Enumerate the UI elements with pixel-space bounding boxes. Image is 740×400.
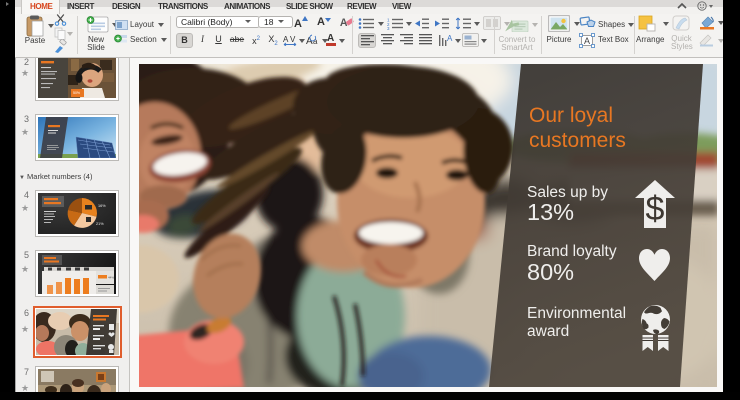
svg-text:A: A xyxy=(283,35,289,44)
svg-text:16%: 16% xyxy=(98,204,106,208)
svg-text:V: V xyxy=(290,35,296,44)
svg-text:3: 3 xyxy=(387,26,390,30)
svg-text:21%: 21% xyxy=(96,222,104,226)
svg-text:44%: 44% xyxy=(108,276,114,280)
svg-text:A: A xyxy=(447,34,453,43)
svg-text:50%: 50% xyxy=(73,91,80,95)
svg-text:A: A xyxy=(584,36,590,46)
svg-text:$: $ xyxy=(646,190,665,228)
